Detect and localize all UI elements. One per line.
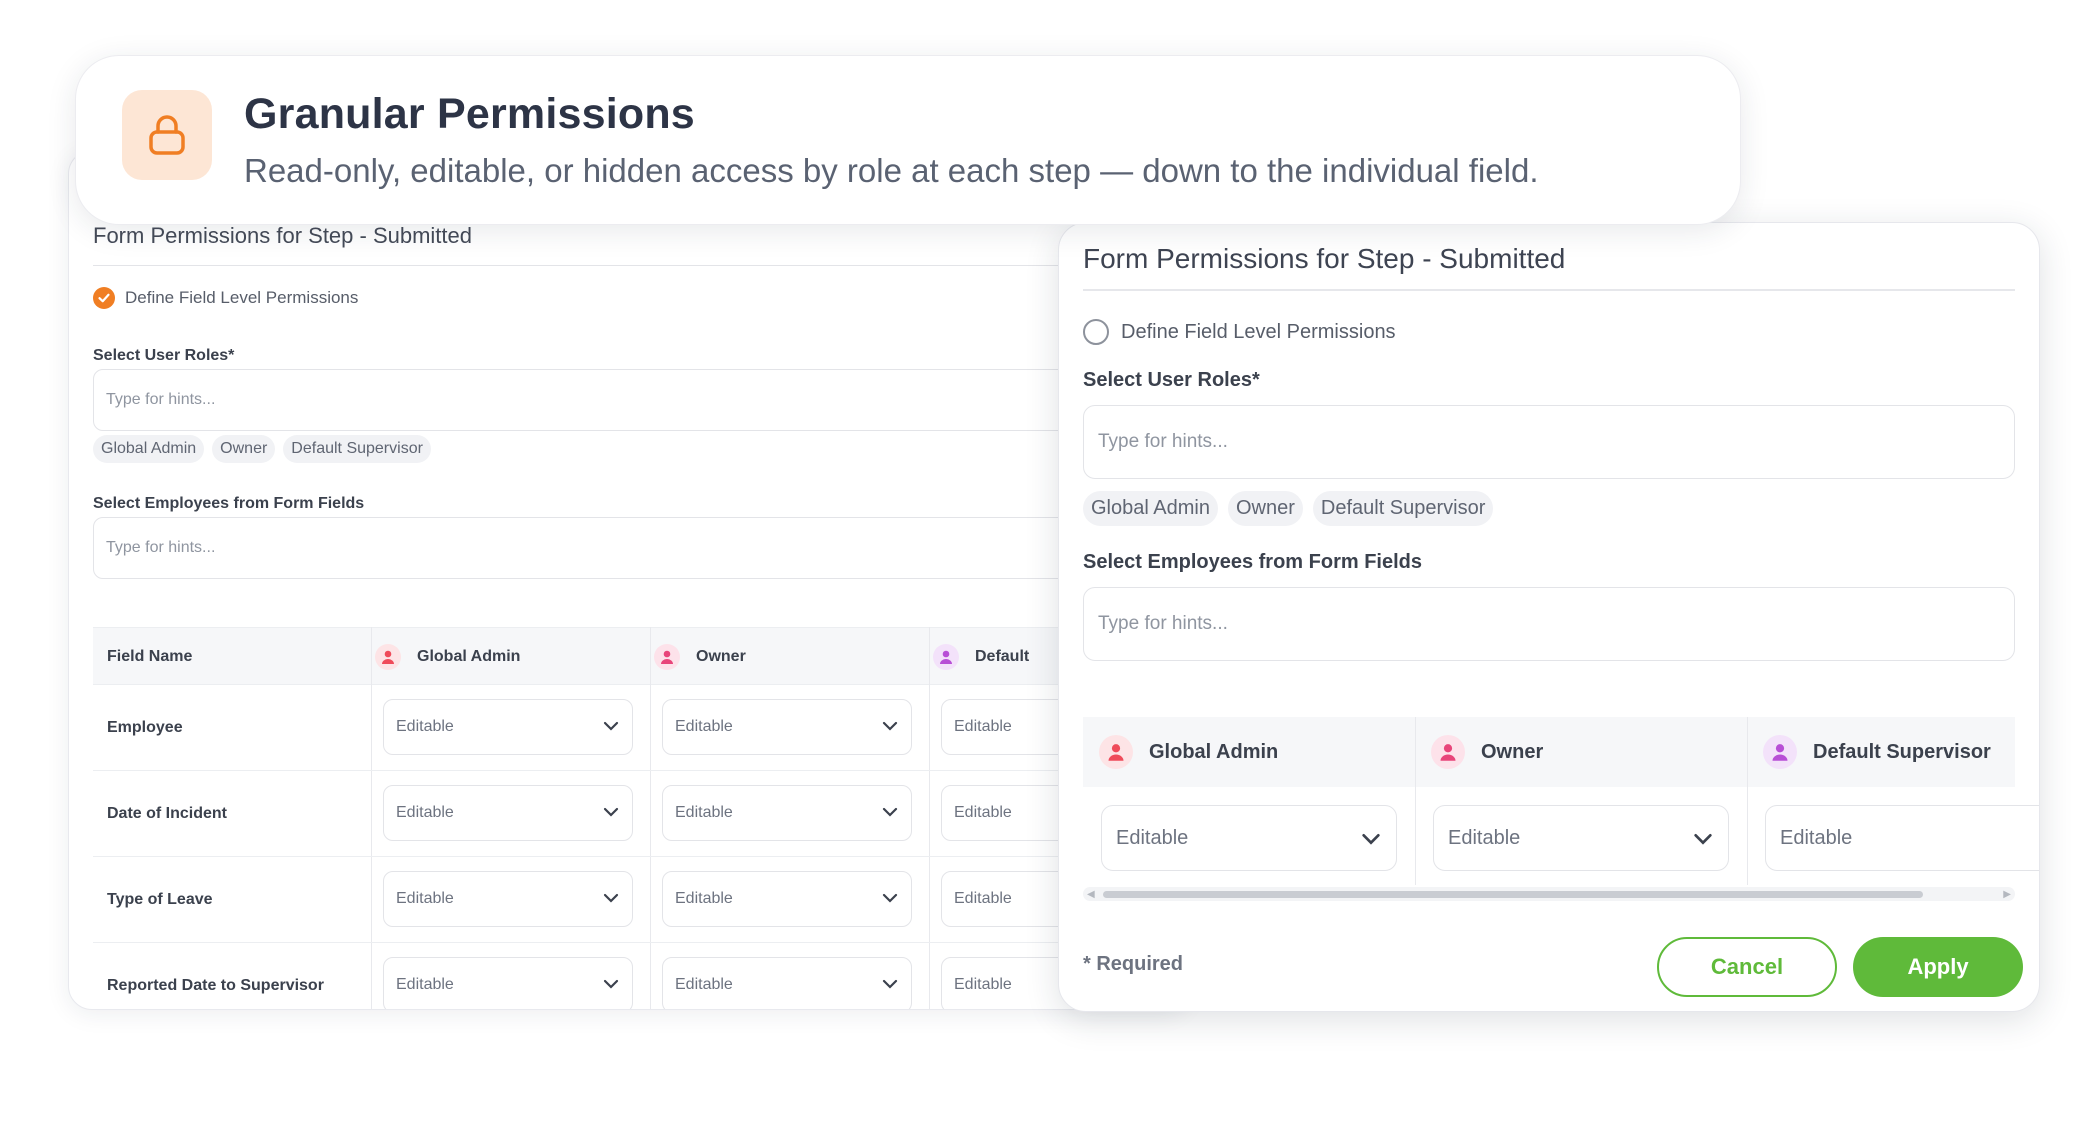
table-row: Date of Incident Editable Editable Edita… — [93, 771, 1187, 857]
column-header-default-supervisor: Default Supervisor — [1763, 717, 1991, 787]
divider — [1083, 289, 2015, 291]
chevron-down-icon — [603, 979, 619, 989]
permissions-table-header: Field Name Global Admin Owner Default — [93, 627, 1187, 686]
roles-placeholder: Type for hints... — [106, 391, 216, 408]
chevron-down-icon — [603, 721, 619, 731]
field-level-label: Define Field Level Permissions — [125, 288, 359, 307]
permission-select[interactable]: Editable — [662, 871, 912, 927]
field-level-label: Define Field Level Permissions — [1121, 320, 1396, 343]
table-row: Type of Leave Editable Editable Editable — [93, 857, 1187, 943]
permission-select-global-admin[interactable]: Editable — [1101, 805, 1397, 871]
field-name: Employee — [107, 719, 183, 736]
field-name: Type of Leave — [107, 891, 213, 908]
roles-placeholder: Type for hints... — [1098, 431, 1228, 452]
chevron-down-icon — [1694, 833, 1712, 845]
employees-input[interactable]: Type for hints... — [93, 517, 1183, 579]
role-chips: Global Admin Owner Default Supervisor — [1083, 491, 1494, 526]
chevron-down-icon — [603, 893, 619, 903]
role-chip-global-admin[interactable]: Global Admin — [1083, 491, 1218, 526]
field-level-checkbox-row[interactable]: Define Field Level Permissions — [93, 287, 358, 309]
feature-subtitle: Read-only, editable, or hidden access by… — [244, 152, 1539, 189]
employees-placeholder: Type for hints... — [1098, 613, 1228, 634]
back-permissions-panel: Form Permissions for Step - Submitted De… — [68, 150, 1188, 1010]
user-avatar-icon — [375, 644, 401, 670]
chevron-down-icon — [603, 807, 619, 817]
permission-select[interactable]: Editable — [662, 957, 912, 1009]
roles-label: Select User Roles* — [1083, 369, 1260, 391]
user-avatar-icon — [1763, 735, 1797, 769]
chevron-down-icon — [882, 807, 898, 817]
permission-select[interactable]: Editable — [383, 699, 633, 755]
apply-button[interactable]: Apply — [1853, 937, 2023, 997]
checkbox-unchecked-icon[interactable] — [1083, 319, 1109, 345]
column-header-field-name: Field Name — [107, 648, 193, 665]
cancel-button[interactable]: Cancel — [1657, 937, 1837, 997]
role-chip-owner[interactable]: Owner — [212, 435, 276, 463]
user-avatar-icon — [1099, 735, 1133, 769]
employees-placeholder: Type for hints... — [106, 539, 216, 556]
permissions-table-header: Global Admin Owner Default Supervisor — [1083, 717, 2015, 787]
column-header-owner: Owner — [654, 628, 746, 686]
roles-label: Select User Roles* — [93, 347, 235, 364]
lock-icon — [149, 115, 185, 155]
table-row: Employee Editable Editable Editable — [93, 685, 1187, 771]
employees-label: Select Employees from Form Fields — [1083, 551, 1422, 573]
employees-label: Select Employees from Form Fields — [93, 495, 365, 512]
chevron-down-icon — [882, 893, 898, 903]
roles-input[interactable]: Type for hints... — [1083, 405, 2015, 479]
field-name: Reported Date to Supervisor — [107, 977, 324, 994]
lock-icon-container — [122, 90, 212, 180]
column-header-owner: Owner — [1431, 717, 1543, 787]
role-chip-owner[interactable]: Owner — [1227, 491, 1303, 526]
permission-select-owner[interactable]: Editable — [1433, 805, 1729, 871]
scroll-right-arrow-icon[interactable]: ▶ — [2003, 889, 2011, 900]
scrollbar-thumb[interactable] — [1103, 891, 1923, 898]
feature-card: Granular Permissions Read-only, editable… — [75, 55, 1741, 225]
roles-input[interactable]: Type for hints... — [93, 369, 1183, 431]
employees-input[interactable]: Type for hints... — [1083, 587, 2015, 661]
feature-title: Granular Permissions — [244, 90, 695, 138]
scroll-left-arrow-icon[interactable]: ◀ — [1087, 889, 1095, 900]
permission-select[interactable]: Editable — [383, 785, 633, 841]
front-permissions-dialog: Form Permissions for Step - Submitted De… — [1058, 222, 2040, 1012]
checkbox-checked-icon[interactable] — [93, 287, 115, 309]
horizontal-scrollbar[interactable]: ◀ ▶ — [1083, 887, 2015, 901]
role-chip-default-supervisor[interactable]: Default Supervisor — [1312, 491, 1494, 526]
chevron-down-icon — [1362, 833, 1380, 845]
permission-select[interactable]: Editable — [662, 785, 912, 841]
column-header-global-admin: Global Admin — [1099, 717, 1278, 787]
user-avatar-icon — [654, 644, 680, 670]
permission-select-default-supervisor[interactable]: Editable — [1765, 805, 2039, 871]
column-header-global-admin: Global Admin — [375, 628, 520, 686]
panel-title: Form Permissions for Step - Submitted — [93, 223, 473, 248]
required-note: * Required — [1083, 953, 1184, 975]
permission-select[interactable]: Editable — [662, 699, 912, 755]
column-header-default: Default — [933, 628, 1029, 686]
field-level-checkbox-row[interactable]: Define Field Level Permissions — [1083, 319, 1396, 345]
chevron-down-icon — [882, 721, 898, 731]
chevron-down-icon — [882, 979, 898, 989]
field-name: Date of Incident — [107, 805, 228, 822]
role-chip-global-admin[interactable]: Global Admin — [93, 435, 205, 463]
role-chip-default-supervisor[interactable]: Default Supervisor — [283, 435, 431, 463]
user-avatar-icon — [933, 644, 959, 670]
role-chips: Global Admin Owner Default Supervisor — [93, 435, 431, 463]
column-divider — [1747, 717, 1748, 885]
divider — [93, 265, 1187, 266]
user-avatar-icon — [1431, 735, 1465, 769]
column-divider — [1415, 717, 1416, 885]
permission-select[interactable]: Editable — [383, 957, 633, 1009]
table-row: Reported Date to Supervisor Editable Edi… — [93, 943, 1187, 1009]
permission-select[interactable]: Editable — [383, 871, 633, 927]
dialog-title: Form Permissions for Step - Submitted — [1083, 243, 1566, 274]
